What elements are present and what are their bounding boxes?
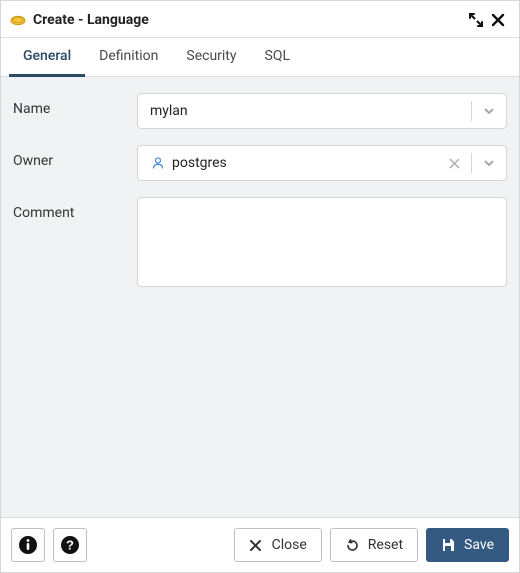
reset-label: Reset	[368, 537, 403, 553]
dialog-body: Name mylan Owner postgres	[1, 77, 519, 517]
dialog-header: Create - Language	[1, 1, 519, 38]
tab-general[interactable]: General	[9, 38, 85, 77]
comment-textarea[interactable]	[137, 197, 507, 287]
chevron-down-icon[interactable]	[480, 102, 498, 120]
user-icon	[150, 155, 166, 171]
close-icon	[249, 537, 265, 553]
separator	[471, 101, 472, 121]
language-icon	[9, 11, 27, 29]
reset-icon	[345, 537, 361, 553]
owner-label: Owner	[13, 145, 137, 169]
name-value: mylan	[150, 103, 463, 119]
close-button[interactable]: Close	[234, 528, 322, 562]
separator	[471, 153, 472, 173]
dialog-title: Create - Language	[33, 12, 465, 28]
owner-select[interactable]: postgres	[137, 145, 507, 181]
reset-button[interactable]: Reset	[330, 528, 418, 562]
svg-text:?: ?	[66, 538, 74, 553]
chevron-down-icon[interactable]	[480, 154, 498, 172]
help-button[interactable]: ?	[53, 528, 87, 562]
info-button[interactable]	[11, 528, 45, 562]
save-button[interactable]: Save	[426, 528, 509, 562]
clear-icon[interactable]	[445, 154, 463, 172]
close-dialog-button[interactable]	[487, 9, 509, 31]
tab-definition[interactable]: Definition	[85, 38, 172, 77]
maximize-button[interactable]	[465, 9, 487, 31]
save-label: Save	[464, 537, 494, 553]
tab-bar: General Definition Security SQL	[1, 38, 519, 77]
name-select[interactable]: mylan	[137, 93, 507, 129]
dialog-footer: ? Close Reset Save	[1, 517, 519, 572]
owner-value: postgres	[172, 155, 445, 171]
tab-sql[interactable]: SQL	[251, 38, 304, 77]
row-owner: Owner postgres	[13, 145, 507, 181]
create-language-dialog: Create - Language General Definition Sec…	[0, 0, 520, 573]
close-label: Close	[272, 537, 307, 553]
tab-security[interactable]: Security	[172, 38, 250, 77]
row-name: Name mylan	[13, 93, 507, 129]
save-icon	[441, 537, 457, 553]
comment-label: Comment	[13, 197, 137, 221]
row-comment: Comment	[13, 197, 507, 291]
name-label: Name	[13, 93, 137, 117]
